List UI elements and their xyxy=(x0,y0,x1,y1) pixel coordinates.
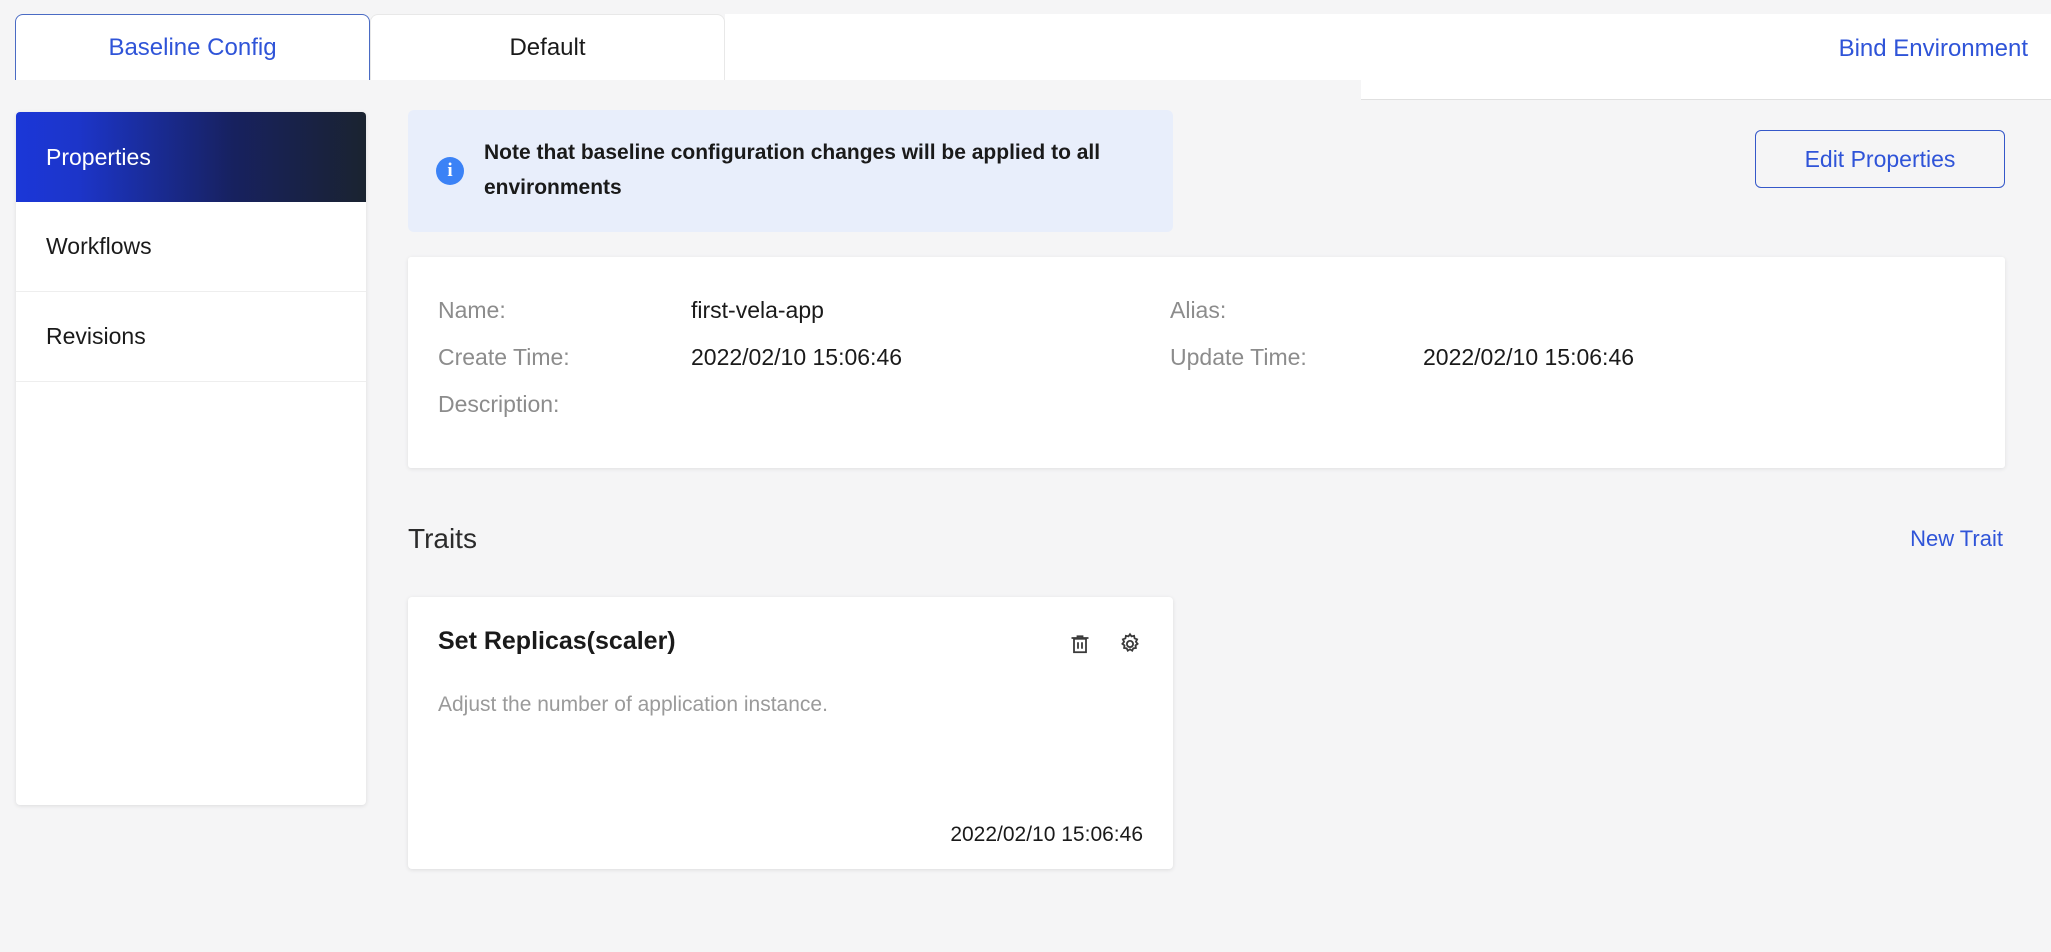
new-trait-link[interactable]: New Trait xyxy=(1910,526,2005,552)
property-name-label: Name: xyxy=(438,297,691,324)
trait-card-header: Set Replicas(scaler) xyxy=(438,627,1143,657)
property-update-time: Update Time: 2022/02/10 15:06:46 xyxy=(1170,344,2005,371)
sidebar-item-properties[interactable]: Properties xyxy=(16,112,366,202)
property-create-time-label: Create Time: xyxy=(438,344,691,371)
edit-properties-button[interactable]: Edit Properties xyxy=(1755,130,2005,188)
traits-section-title: Traits xyxy=(408,523,477,555)
sidebar-item-workflows[interactable]: Workflows xyxy=(16,202,366,292)
properties-row-create-time: Create Time: 2022/02/10 15:06:46 Update … xyxy=(408,344,2005,371)
properties-card: Name: first-vela-app Alias: Create Time:… xyxy=(408,257,2005,468)
properties-row-name: Name: first-vela-app Alias: xyxy=(408,297,2005,324)
info-icon: i xyxy=(436,157,464,185)
main-content: i Note that baseline configuration chang… xyxy=(366,80,2051,952)
property-create-time: Create Time: 2022/02/10 15:06:46 xyxy=(408,344,1170,371)
property-description-spacer xyxy=(1170,391,2005,418)
baseline-notice-banner: i Note that baseline configuration chang… xyxy=(408,110,1173,232)
tab-baseline-config[interactable]: Baseline Config xyxy=(15,14,370,80)
property-name: Name: first-vela-app xyxy=(408,297,1170,324)
tab-baseline-config-label: Baseline Config xyxy=(108,34,276,62)
properties-row-description: Description: xyxy=(408,391,2005,418)
traits-list: Set Replicas(scaler) xyxy=(408,597,2005,869)
trash-icon[interactable] xyxy=(1067,631,1093,657)
property-name-value: first-vela-app xyxy=(691,297,824,324)
page-body: Properties Workflows Revisions i Note th… xyxy=(0,80,2051,952)
trait-card[interactable]: Set Replicas(scaler) xyxy=(408,597,1173,869)
tab-default[interactable]: Default xyxy=(370,14,725,80)
bind-environment-link[interactable]: Bind Environment xyxy=(1839,35,2028,63)
trait-card-description: Adjust the number of application instanc… xyxy=(438,693,1143,717)
tab-bar: Baseline Config Default Bind Environment xyxy=(0,0,2051,80)
sidebar-item-properties-label: Properties xyxy=(46,144,151,171)
sidebar-item-revisions-label: Revisions xyxy=(46,323,146,350)
sidebar-item-workflows-label: Workflows xyxy=(46,233,152,260)
property-alias: Alias: xyxy=(1170,297,2005,324)
traits-header: Traits New Trait xyxy=(408,523,2005,555)
trait-card-actions xyxy=(1067,627,1143,657)
property-description: Description: xyxy=(408,391,1170,418)
gear-icon[interactable] xyxy=(1117,631,1143,657)
tab-default-label: Default xyxy=(509,34,585,62)
property-update-time-value: 2022/02/10 15:06:46 xyxy=(1423,344,1634,371)
notice-and-actions-row: i Note that baseline configuration chang… xyxy=(408,110,2005,232)
property-alias-label: Alias: xyxy=(1170,297,1423,324)
sidebar: Properties Workflows Revisions xyxy=(16,112,366,805)
sidebar-item-revisions[interactable]: Revisions xyxy=(16,292,366,382)
property-create-time-value: 2022/02/10 15:06:46 xyxy=(691,344,902,371)
property-description-label: Description: xyxy=(438,391,691,418)
trait-card-timestamp: 2022/02/10 15:06:46 xyxy=(438,823,1143,847)
baseline-notice-text: Note that baseline configuration changes… xyxy=(484,136,1104,205)
tab-bar-spacer: Bind Environment xyxy=(725,14,2051,80)
trait-card-title: Set Replicas(scaler) xyxy=(438,627,676,656)
edit-properties-button-label: Edit Properties xyxy=(1805,146,1956,173)
property-update-time-label: Update Time: xyxy=(1170,344,1423,371)
